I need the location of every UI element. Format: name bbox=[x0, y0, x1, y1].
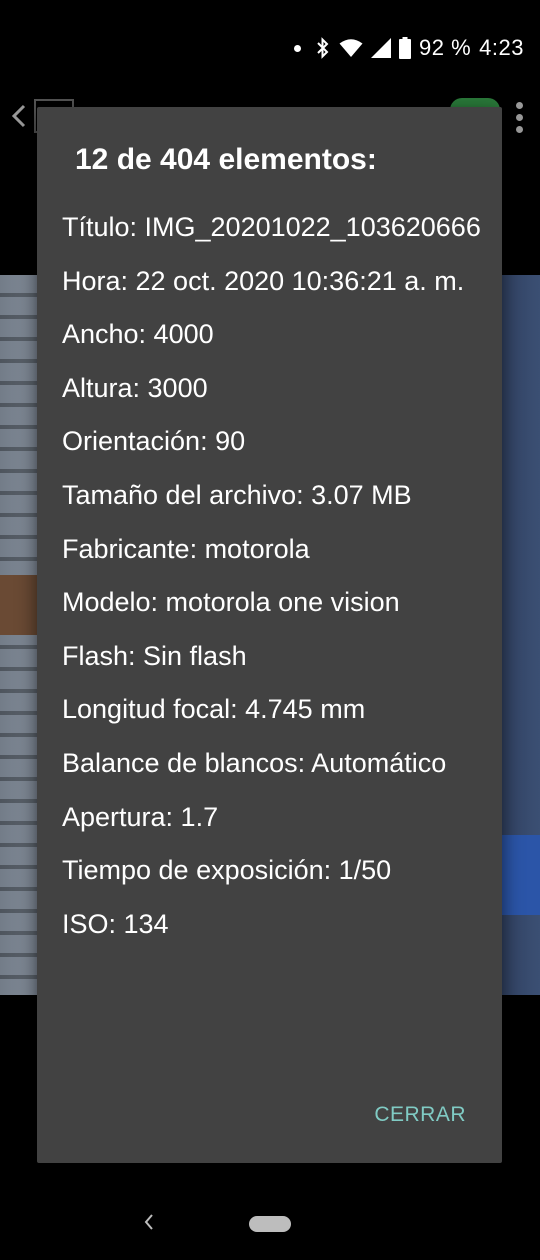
detail-focal-length: Longitud focal: 4.745 mm bbox=[62, 694, 366, 725]
back-arrow-icon[interactable] bbox=[8, 102, 32, 132]
detail-iso: ISO: 134 bbox=[62, 908, 169, 939]
cell-signal-icon bbox=[371, 38, 392, 58]
status-icons: 92 % 4:23 bbox=[294, 34, 524, 62]
notification-dot-icon bbox=[294, 44, 302, 52]
navigation-bar bbox=[0, 1190, 540, 1260]
detail-white-balance: Balance de blancos: Automático bbox=[62, 747, 447, 778]
dialog-title: 12 de 404 elementos: bbox=[75, 143, 377, 176]
clock: 4:23 bbox=[479, 35, 524, 60]
detail-manufacturer: Fabricante: motorola bbox=[62, 533, 310, 564]
bluetooth-icon bbox=[315, 37, 331, 59]
detail-orientation: Orientación: 90 bbox=[62, 426, 246, 457]
overflow-menu-icon[interactable] bbox=[516, 102, 524, 136]
photo-shelf bbox=[0, 275, 40, 995]
detail-file-size: Tamaño del archivo: 3.07 MB bbox=[62, 479, 412, 510]
detail-time: Hora: 22 oct. 2020 10:36:21 a. m. bbox=[62, 265, 465, 296]
nav-home-pill[interactable] bbox=[249, 1216, 291, 1232]
details-dialog: 12 de 404 elementos: Título: IMG_2020102… bbox=[37, 107, 502, 1163]
photo-blue-object bbox=[500, 835, 540, 915]
detail-flash: Flash: Sin flash bbox=[62, 640, 247, 671]
detail-width: Ancho: 4000 bbox=[62, 319, 214, 350]
status-bar: 92 % 4:23 bbox=[0, 0, 540, 96]
detail-height: Altura: 3000 bbox=[62, 372, 208, 403]
detail-exposure-time: Tiempo de exposición: 1/50 bbox=[62, 855, 392, 886]
details-list: Título: IMG_20201022_103620666 Hora: 22 … bbox=[62, 209, 482, 959]
detail-title: Título: IMG_20201022_103620666 bbox=[62, 212, 481, 242]
wifi-icon bbox=[339, 38, 363, 58]
detail-aperture: Apertura: 1.7 bbox=[62, 801, 219, 832]
nav-back-icon[interactable] bbox=[142, 1212, 156, 1232]
battery-percentage: 92 % bbox=[419, 35, 472, 60]
close-button[interactable]: CERRAR bbox=[374, 1099, 466, 1131]
photo-desk bbox=[0, 575, 40, 635]
detail-model: Modelo: motorola one vision bbox=[62, 587, 400, 618]
battery-icon bbox=[399, 37, 412, 59]
